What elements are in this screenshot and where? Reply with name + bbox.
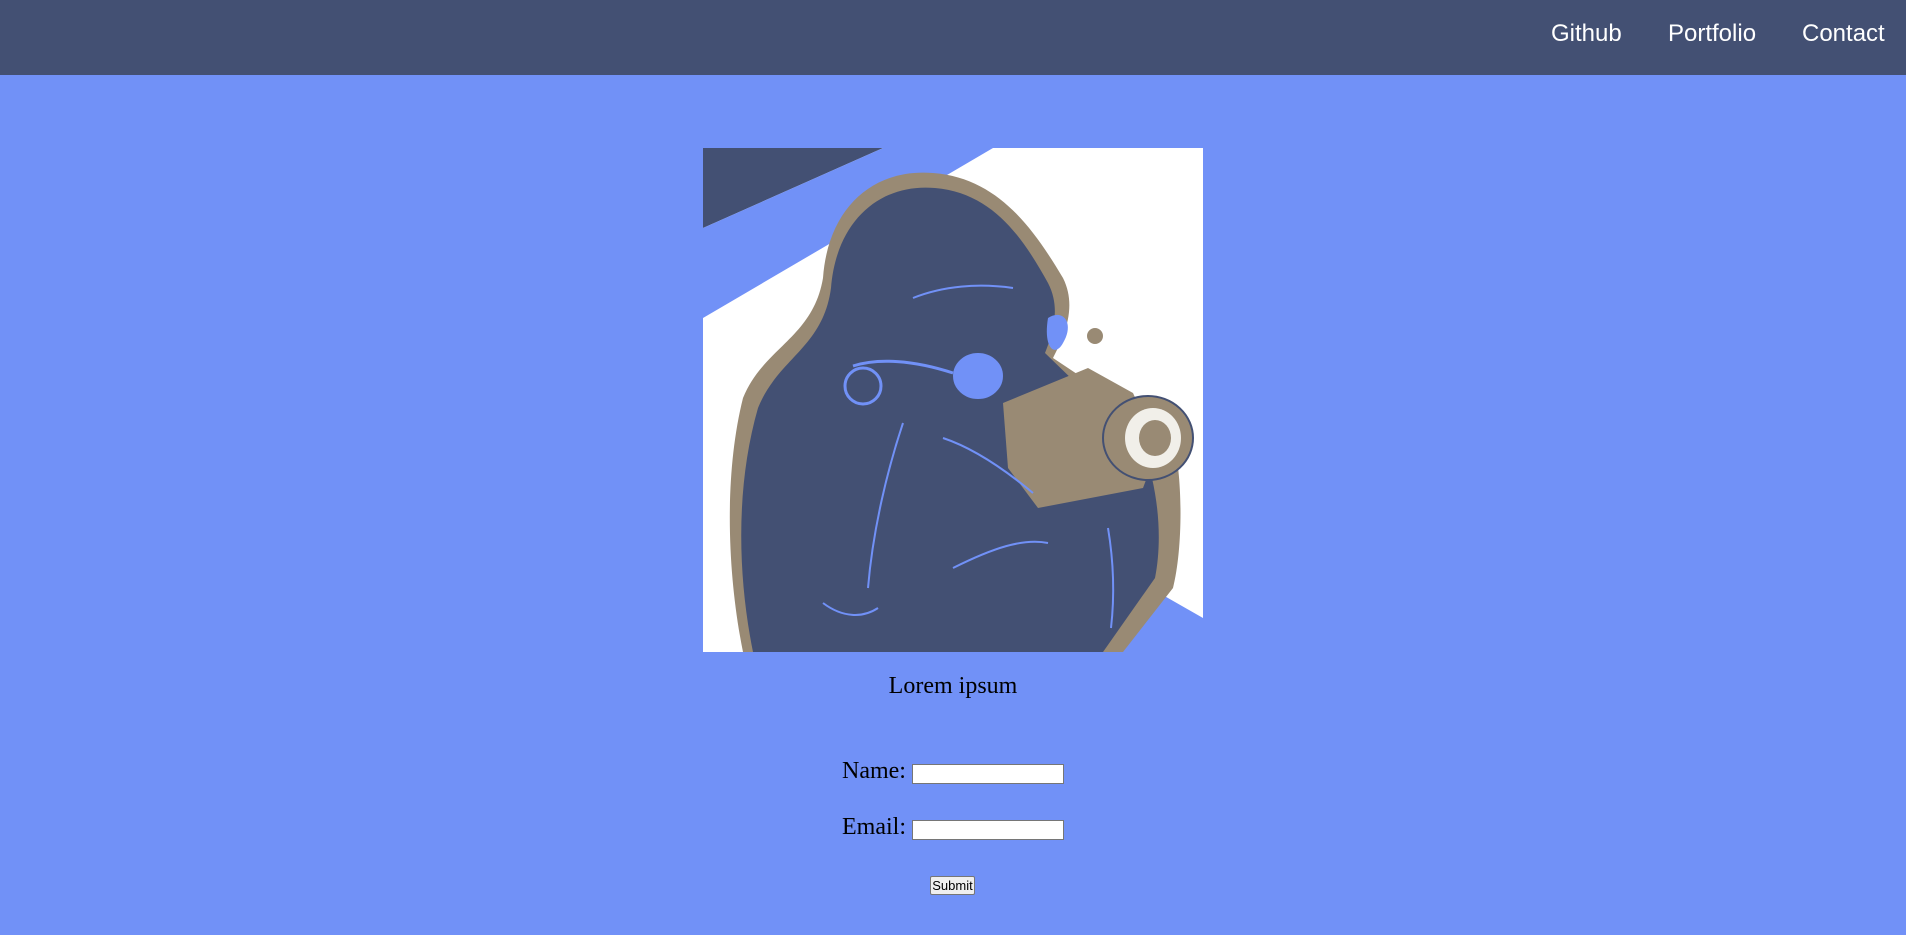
photographer-illustration-icon <box>703 148 1203 652</box>
nav-link-contact[interactable]: Contact <box>1802 19 1885 49</box>
email-row: Email: <box>842 812 1064 842</box>
navbar: Github Portfolio Contact <box>0 0 1906 75</box>
hero-caption: Lorem ipsum <box>888 673 1018 699</box>
name-label: Name: <box>842 758 906 784</box>
name-row: Name: <box>842 756 1064 786</box>
email-label: Email: <box>842 814 906 840</box>
nav-link-portfolio[interactable]: Portfolio <box>1668 19 1756 49</box>
submit-button[interactable]: Submit <box>930 876 975 895</box>
name-input[interactable] <box>911 764 1064 784</box>
nav-link-github[interactable]: Github <box>1551 19 1622 49</box>
email-input[interactable] <box>911 820 1064 840</box>
hero-image <box>703 148 1203 652</box>
